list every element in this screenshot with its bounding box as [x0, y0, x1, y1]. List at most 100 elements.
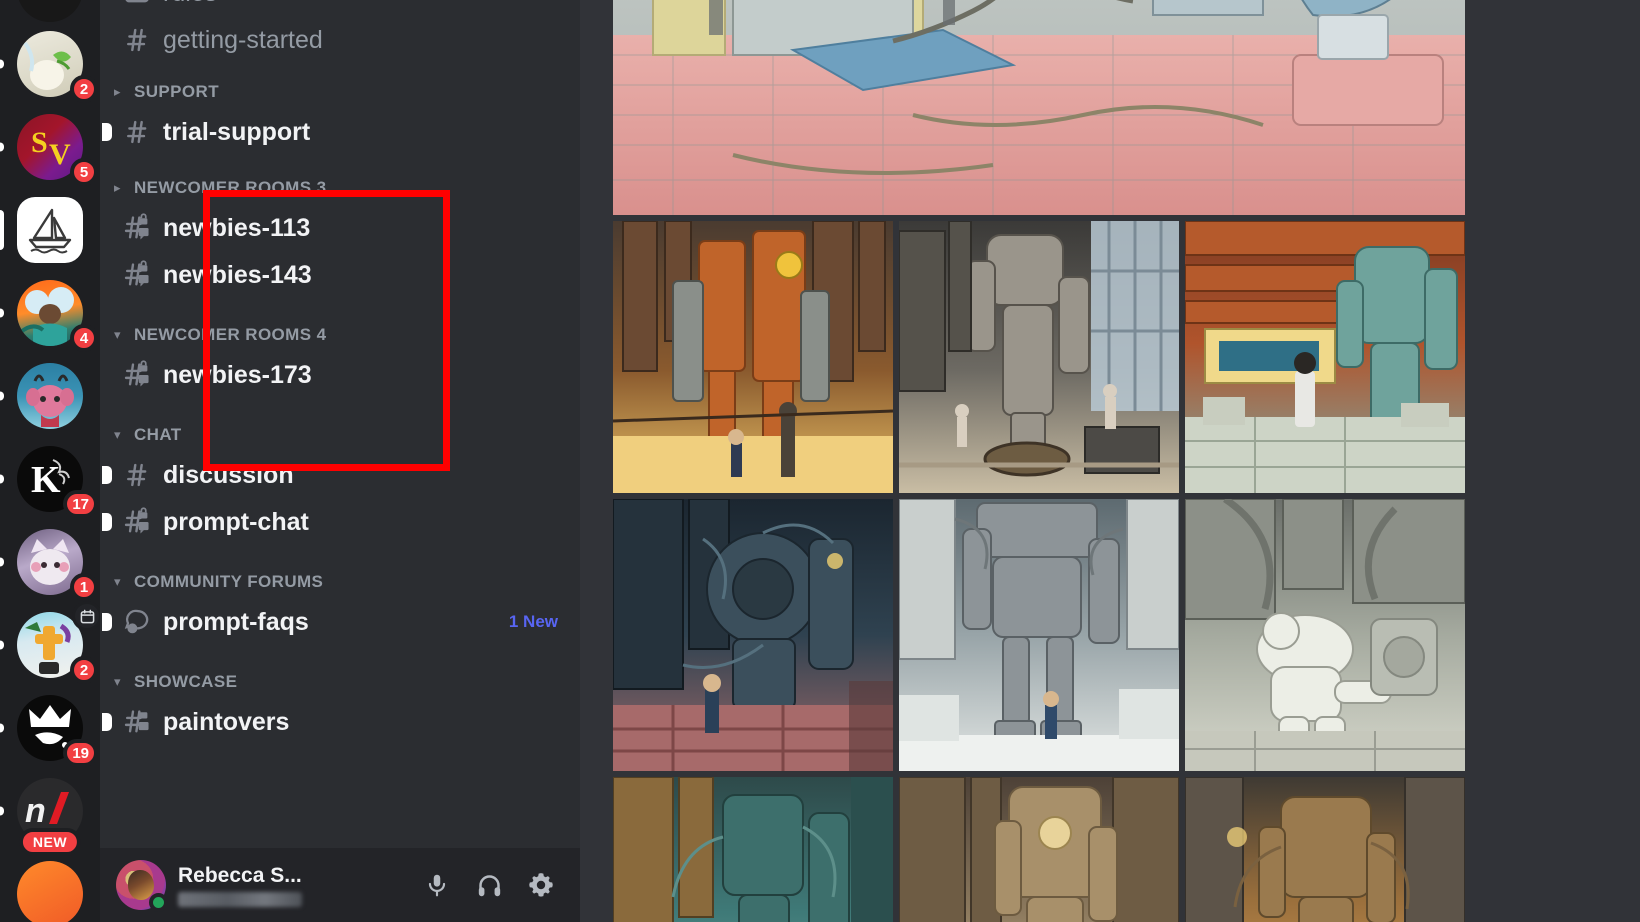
server-unread-indicator [0, 640, 4, 649]
channel-name: prompt-faqs [163, 607, 309, 636]
user-panel[interactable]: Rebecca S... [100, 848, 580, 922]
category-support[interactable]: ▸ SUPPORT [100, 64, 580, 108]
category-chat[interactable]: ▾ CHAT [100, 399, 580, 451]
avatar[interactable] [116, 860, 168, 912]
channel-name: getting-started [163, 25, 323, 54]
server-unread-indicator [0, 142, 4, 151]
gear-icon[interactable] [524, 868, 558, 902]
gallery-tile-mecha-dark-engine-room[interactable] [613, 499, 893, 771]
server-avatar [17, 362, 83, 429]
channel-sidebar[interactable]: rules getting-started ▸ SUPPORT tri [100, 0, 580, 922]
server-notification-badge: 19 [63, 739, 98, 767]
svg-text:V: V [49, 138, 71, 171]
user-action-buttons[interactable] [420, 868, 572, 902]
channel-name: newbies-173 [163, 360, 312, 389]
channel-name: prompt-chat [163, 507, 309, 536]
chevron-down-icon: ▾ [114, 327, 121, 342]
artwork-mecha-teal-shop [1185, 221, 1465, 493]
server-notification-badge: 2 [70, 656, 98, 684]
unread-indicator [102, 513, 112, 531]
forum-new-badge: 1 New [508, 612, 558, 631]
hash-lock-icon [122, 507, 152, 537]
server-item-nl[interactable]: n NEW [0, 769, 100, 856]
channel-discussion[interactable]: discussion [102, 452, 570, 498]
server-notification-badge: 5 [70, 158, 98, 186]
artwork-mecha-orange-hangar [613, 221, 893, 493]
gallery-tile-mecha-orange-hangar[interactable] [613, 221, 893, 493]
gallery-tile-mecha-bronze-corridor[interactable] [899, 777, 1179, 922]
headphones-icon[interactable] [472, 868, 506, 902]
server-notification-badge: 1 [70, 573, 98, 601]
server-item-top-partial[interactable] [0, 0, 100, 22]
category-newcomer-rooms-3[interactable]: ▸ NEWCOMER ROOMS 3 [100, 156, 580, 204]
channel-prompt-faqs[interactable]: prompt-faqs 1 New [102, 599, 570, 645]
artwork-mecha-white-suit-repair [1185, 499, 1465, 771]
gallery-tile-mecha-white-walker[interactable] [899, 499, 1179, 771]
server-item-leprechaun[interactable]: 2 [0, 601, 100, 686]
channel-getting-started[interactable]: getting-started [108, 17, 570, 63]
svg-text:K: K [31, 459, 61, 501]
server-notification-badge: 4 [70, 324, 98, 352]
server-notification-badge: 17 [63, 490, 98, 518]
channel-name: paintovers [163, 707, 290, 736]
server-avatar [17, 0, 83, 22]
channel-name: discussion [163, 460, 294, 489]
category-showcase[interactable]: ▾ SHOWCASE [100, 646, 580, 698]
unread-indicator [102, 466, 112, 484]
server-item-character[interactable]: 4 [0, 271, 100, 354]
microphone-icon[interactable] [420, 868, 454, 902]
server-item-bottom-partial[interactable] [0, 852, 100, 922]
server-notification-badge: 2 [70, 75, 98, 103]
channel-newbies-113[interactable]: newbies-113 [108, 205, 570, 251]
server-item-cat[interactable]: 1 [0, 520, 100, 603]
channel-rules[interactable]: rules [108, 0, 570, 16]
category-label: SHOWCASE [134, 672, 238, 691]
gallery-tile-mecha-teal-shop[interactable] [1185, 221, 1465, 493]
server-item-midjourney[interactable] [0, 188, 100, 271]
channel-newbies-143[interactable]: newbies-143 [108, 252, 570, 298]
unread-indicator [102, 613, 112, 631]
main-content-area[interactable] [580, 0, 1640, 922]
status-indicator-online [149, 893, 168, 912]
server-item-snowball[interactable]: 2 [0, 22, 100, 105]
server-unread-indicator [0, 557, 4, 566]
gallery-tile-mecha-sunset-yard[interactable] [1185, 777, 1465, 922]
server-unread-indicator [0, 474, 4, 483]
category-newcomer-rooms-4[interactable]: ▾ NEWCOMER ROOMS 4 [100, 299, 580, 351]
gallery-row [613, 0, 1465, 215]
dragon-icon [26, 374, 74, 427]
channel-newbies-173[interactable]: newbies-173 [108, 352, 570, 398]
artwork-mecha-dark-engine-room [613, 499, 893, 771]
gallery-row [613, 499, 1465, 771]
server-rail[interactable]: 2 S V 5 4 K 17 1 2 19 n NEW [0, 0, 100, 922]
server-item-sv[interactable]: S V 5 [0, 105, 100, 188]
gallery-tile-mecha-teal-factory[interactable] [613, 777, 893, 922]
gallery-tile-mecha-grey-workshop[interactable] [899, 221, 1179, 493]
server-unread-indicator [0, 806, 4, 815]
server-avatar [17, 196, 83, 263]
server-item-crown[interactable]: 19 [0, 686, 100, 769]
server-item-dragon[interactable] [0, 354, 100, 437]
forum-icon [122, 607, 152, 637]
image-gallery-grid [613, 0, 1465, 922]
user-display-name: Rebecca S... [178, 863, 302, 887]
user-identity[interactable]: Rebecca S... [178, 864, 302, 907]
channel-paintovers[interactable]: paintovers [102, 699, 570, 745]
artwork-mecha-teal-factory [613, 777, 893, 922]
category-community-forums[interactable]: ▾ COMMUNITY FORUMS [100, 546, 580, 598]
server-item-k[interactable]: K 17 [0, 437, 100, 520]
channel-name: trial-support [163, 117, 311, 146]
unread-indicator [102, 713, 112, 731]
server-event-badge [72, 601, 100, 631]
channel-trial-support[interactable]: trial-support [102, 109, 570, 155]
channel-prompt-chat[interactable]: prompt-chat [102, 499, 570, 545]
channel-list: rules getting-started ▸ SUPPORT tri [100, 0, 580, 745]
gallery-tile-workshop-interior-wide[interactable] [613, 0, 1465, 215]
rules-icon [122, 0, 152, 8]
gallery-tile-mecha-white-suit-repair[interactable] [1185, 499, 1465, 771]
server-unread-indicator [0, 308, 4, 317]
hash-lock-icon [122, 707, 152, 737]
user-handle-redacted [178, 891, 302, 907]
channel-name: rules [163, 0, 217, 8]
hash-icon [122, 460, 152, 490]
